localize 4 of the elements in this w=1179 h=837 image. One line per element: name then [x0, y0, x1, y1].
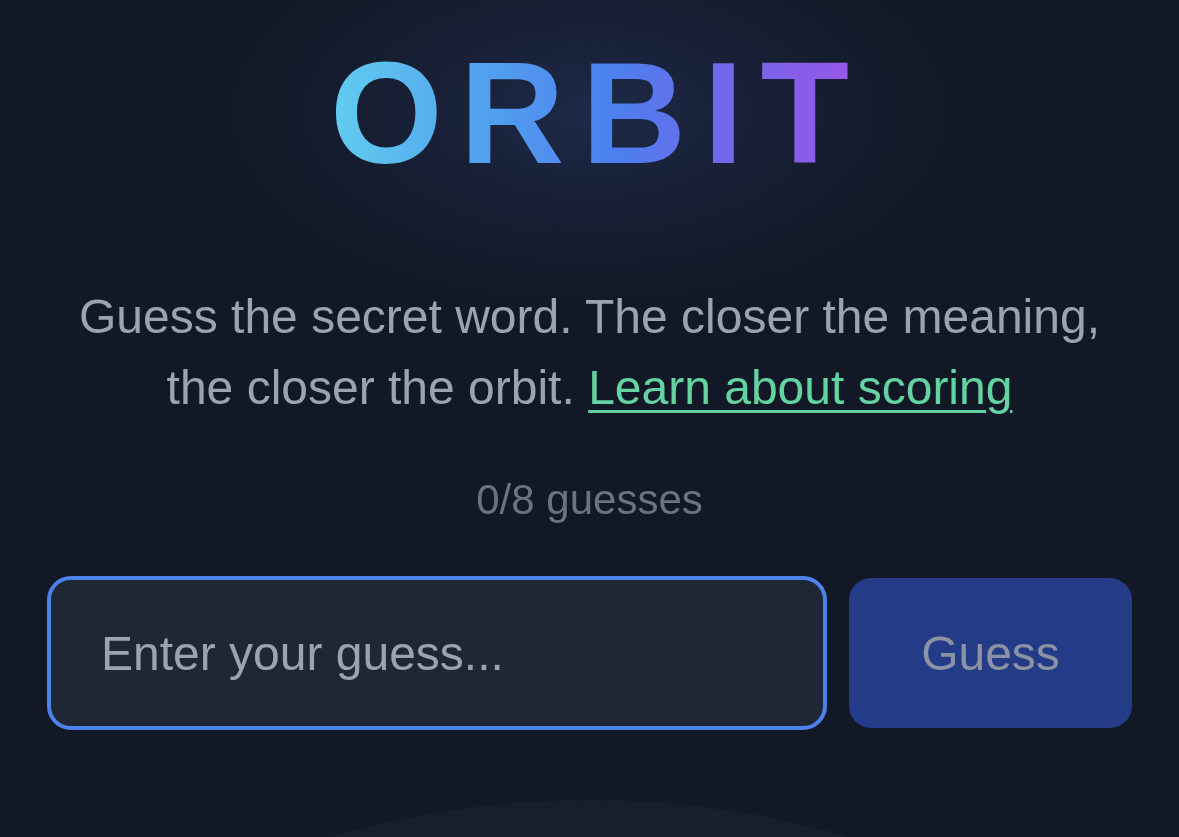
intro-text: Guess the secret word. The closer the meaning, the closer the orbit. Learn about scoring	[78, 289, 1101, 416]
guess-counter: 0/8 guesses	[476, 475, 703, 525]
scoring-link[interactable]: Learn about scoring	[588, 361, 1013, 414]
guess-input[interactable]: Enter your guess...	[47, 576, 827, 730]
